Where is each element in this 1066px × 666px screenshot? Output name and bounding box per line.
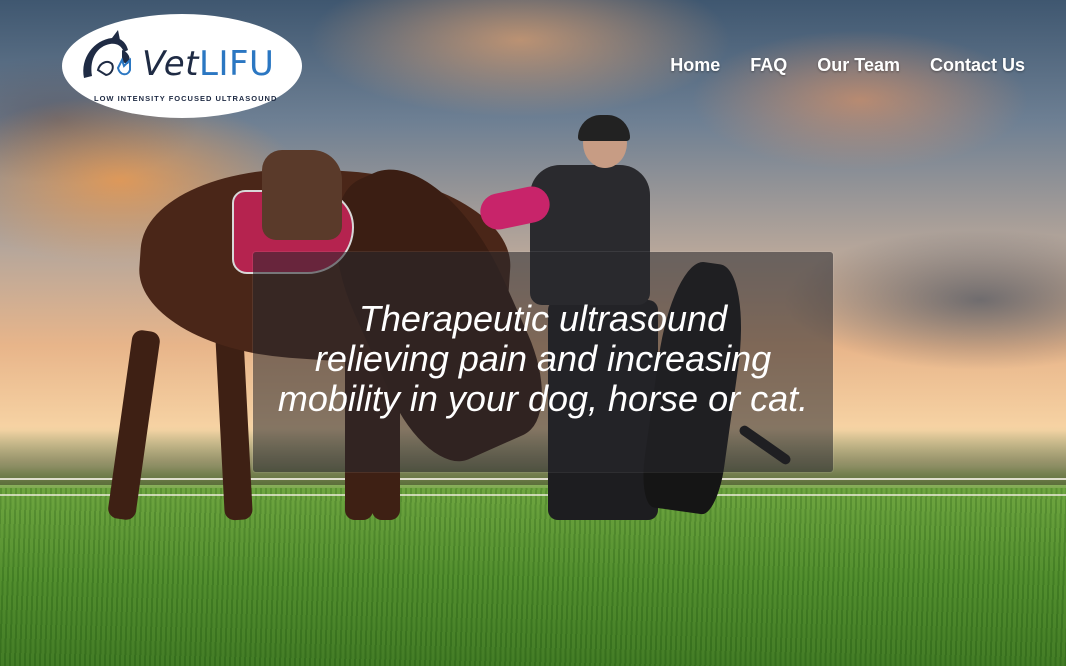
saddle <box>262 150 342 240</box>
grass-field <box>0 488 1066 666</box>
site-logo[interactable]: VetLIFU LOW INTENSITY FOCUSED ULTRASOUND <box>62 14 302 118</box>
nav-home[interactable]: Home <box>670 55 720 76</box>
caption-line: relieving pain and increasing <box>314 338 772 379</box>
logo-wordmark: VetLIFU <box>142 44 274 84</box>
caption-line: Therapeutic ultrasound <box>358 298 728 339</box>
nav-faq[interactable]: FAQ <box>750 55 787 76</box>
hero-section: VetLIFU LOW INTENSITY FOCUSED ULTRASOUND… <box>0 0 1066 666</box>
horse-dog-cat-icon <box>76 28 142 93</box>
logo-tagline: LOW INTENSITY FOCUSED ULTRASOUND <box>94 94 278 103</box>
hero-caption: Therapeutic ultrasound relieving pain an… <box>278 299 808 419</box>
nav-our-team[interactable]: Our Team <box>817 55 900 76</box>
caption-line: mobility in your dog, horse or cat. <box>277 378 809 419</box>
main-nav: Home FAQ Our Team Contact Us <box>670 55 1025 76</box>
logo-word-lifu: LIFU <box>199 44 275 84</box>
nav-contact-us[interactable]: Contact Us <box>930 55 1025 76</box>
fence <box>0 478 1066 496</box>
hero-caption-box: Therapeutic ultrasound relieving pain an… <box>253 252 833 472</box>
logo-word-vet: Vet <box>142 44 200 84</box>
